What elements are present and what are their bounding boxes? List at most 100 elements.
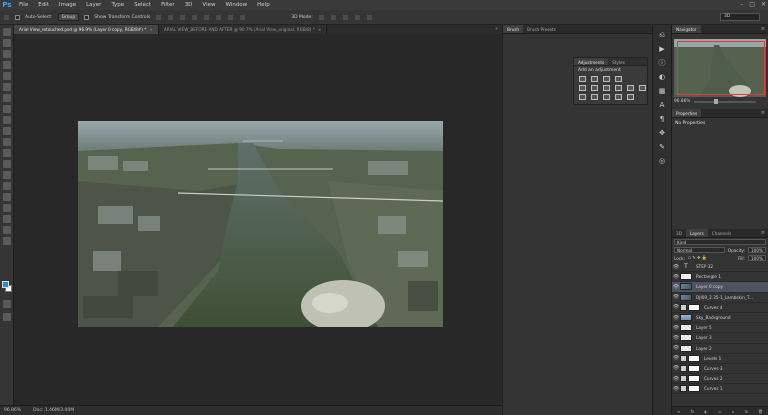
shape-tool[interactable] (3, 215, 11, 223)
close-icon[interactable]: ✕ (761, 0, 766, 10)
maximize-icon[interactable]: □ (749, 0, 755, 10)
navigator-zoom-value[interactable]: 96.86% (674, 99, 690, 104)
visibility-eye-icon[interactable]: 👁 (672, 315, 680, 321)
path-select-tool[interactable] (3, 204, 11, 212)
eyedropper-tool[interactable] (3, 83, 11, 91)
visibility-eye-icon[interactable]: 👁 (672, 294, 680, 300)
roll-3d-icon[interactable] (329, 13, 337, 21)
photo-filter-icon[interactable] (627, 85, 634, 91)
timeline-icon[interactable]: ◎ (657, 157, 667, 165)
tab-before-after[interactable]: ARIAL VIEW_BEFORE AND AFTER @ 90.7% (Ari… (158, 25, 328, 34)
blend-mode-dropdown[interactable]: Normal (674, 247, 725, 253)
layer-row[interactable]: 👁 Layer 2 (672, 344, 768, 354)
exposure-icon[interactable] (615, 76, 622, 82)
navigator-preview[interactable] (674, 39, 766, 97)
adjustment-layer-icon[interactable]: ◐ (704, 409, 708, 414)
visibility-eye-icon[interactable]: 👁 (672, 376, 680, 382)
character-icon[interactable]: A (657, 101, 667, 109)
zoom-tool[interactable] (3, 237, 11, 245)
drag-3d-icon[interactable] (341, 13, 349, 21)
paragraph-icon[interactable]: ¶ (657, 115, 667, 123)
levels-icon[interactable] (591, 76, 598, 82)
opacity-input[interactable]: 100% (748, 247, 766, 253)
layer-mask-thumbnail[interactable] (688, 375, 700, 383)
close-icon[interactable]: × (318, 27, 322, 32)
blur-tool[interactable] (3, 160, 11, 168)
align-bottom-icon[interactable] (179, 13, 187, 21)
layer-row[interactable]: 👁 DJI09_2.35-1_Lambskin_T... (672, 293, 768, 303)
menu-select[interactable]: Select (129, 0, 156, 10)
menu-edit[interactable]: Edit (33, 0, 54, 10)
document-image[interactable] (78, 121, 443, 327)
layer-row[interactable]: 👁 Levels 1 (672, 354, 768, 364)
show-transform-checkbox[interactable] (84, 14, 90, 20)
move-tool[interactable] (3, 28, 11, 36)
clone-stamp-tool[interactable] (3, 116, 11, 124)
tool-presets-icon[interactable]: ✎ (657, 143, 667, 151)
panel-menu-icon[interactable]: ≡ (761, 25, 765, 34)
layer-row[interactable]: 👁 Layer 3 (672, 333, 768, 344)
swatches-icon[interactable]: ▦ (657, 87, 667, 95)
panel-menu-icon[interactable]: ≡ (761, 109, 765, 118)
tab-brush-presets[interactable]: Brush Presets (523, 25, 560, 33)
tab-properties[interactable]: Properties (672, 109, 702, 117)
align-center-icon[interactable] (203, 13, 211, 21)
menu-help[interactable]: Help (252, 0, 275, 10)
align-middle-icon[interactable] (167, 13, 175, 21)
visibility-eye-icon[interactable]: 👁 (672, 345, 680, 351)
posterize-icon[interactable] (591, 94, 598, 100)
panel-menu-icon[interactable]: ≡ (761, 229, 765, 238)
marquee-tool[interactable] (3, 39, 11, 47)
layer-row[interactable]: 👁 Layer 5 (672, 323, 768, 334)
gradient-map-icon[interactable] (615, 94, 622, 100)
visibility-eye-icon[interactable]: 👁 (672, 335, 680, 341)
black-white-icon[interactable] (615, 85, 622, 91)
filter-kind-dropdown[interactable]: Kind (674, 239, 766, 245)
link-layers-icon[interactable]: ∞ (677, 409, 680, 414)
crop-tool[interactable] (3, 72, 11, 80)
type-tool[interactable] (3, 193, 11, 201)
fill-input[interactable]: 100% (748, 255, 766, 261)
zoom-level[interactable]: 96.86% (4, 408, 21, 413)
tab-brush[interactable]: Brush (503, 25, 524, 33)
menu-view[interactable]: View (197, 0, 220, 10)
tabs-overflow-icon[interactable]: » (495, 25, 498, 34)
layer-mask-thumbnail[interactable] (688, 303, 700, 311)
pen-tool[interactable] (3, 182, 11, 190)
hue-saturation-icon[interactable] (591, 85, 598, 91)
tab-3d[interactable]: 3D (672, 229, 686, 237)
lock-icons[interactable]: ▫ ✎ ✥ 🔒 (688, 255, 707, 261)
slider-handle[interactable] (714, 98, 719, 104)
visibility-eye-icon[interactable]: 👁 (672, 284, 680, 290)
history-brush-tool[interactable] (3, 127, 11, 135)
channel-mixer-icon[interactable] (639, 85, 646, 91)
threshold-icon[interactable] (603, 94, 610, 100)
layer-row[interactable]: 👁 Sky_Background (672, 313, 768, 324)
minimize-icon[interactable]: – (740, 0, 743, 10)
layer-mask-thumbnail[interactable] (688, 364, 700, 372)
navigator-view-box[interactable] (677, 41, 765, 95)
tab-navigator[interactable]: Navigator (672, 25, 701, 33)
menu-image[interactable]: Image (54, 0, 81, 10)
slide-3d-icon[interactable] (353, 13, 361, 21)
selective-color-icon[interactable] (627, 94, 634, 100)
vibrance-icon[interactable] (579, 85, 586, 91)
layer-row[interactable]: 👁 Curves 3 (672, 364, 768, 375)
visibility-eye-icon[interactable]: 👁 (672, 264, 680, 270)
navigator-zoom-slider[interactable] (694, 98, 757, 104)
tab-retouched[interactable]: Arial View_retouched.psd @ 96.9% (Layer … (14, 25, 159, 34)
distribute-h-icon[interactable] (239, 13, 247, 21)
distribute-icon[interactable] (227, 13, 235, 21)
layer-row[interactable]: 👁 T STEP 32 (672, 262, 768, 273)
layer-mask-thumbnail[interactable] (688, 354, 700, 362)
color-icon[interactable]: ◐ (657, 73, 667, 81)
delete-layer-icon[interactable]: 🗑 (758, 409, 763, 414)
gradient-tool[interactable] (3, 149, 11, 157)
rotate-3d-icon[interactable] (317, 13, 325, 21)
align-left-icon[interactable] (191, 13, 199, 21)
layer-row[interactable]: 👁 Rectangle 1 (672, 272, 768, 283)
screen-mode-tool[interactable] (3, 313, 11, 321)
scale-3d-icon[interactable] (365, 13, 373, 21)
tab-layers[interactable]: Layers (685, 229, 708, 237)
color-balance-icon[interactable] (603, 85, 610, 91)
